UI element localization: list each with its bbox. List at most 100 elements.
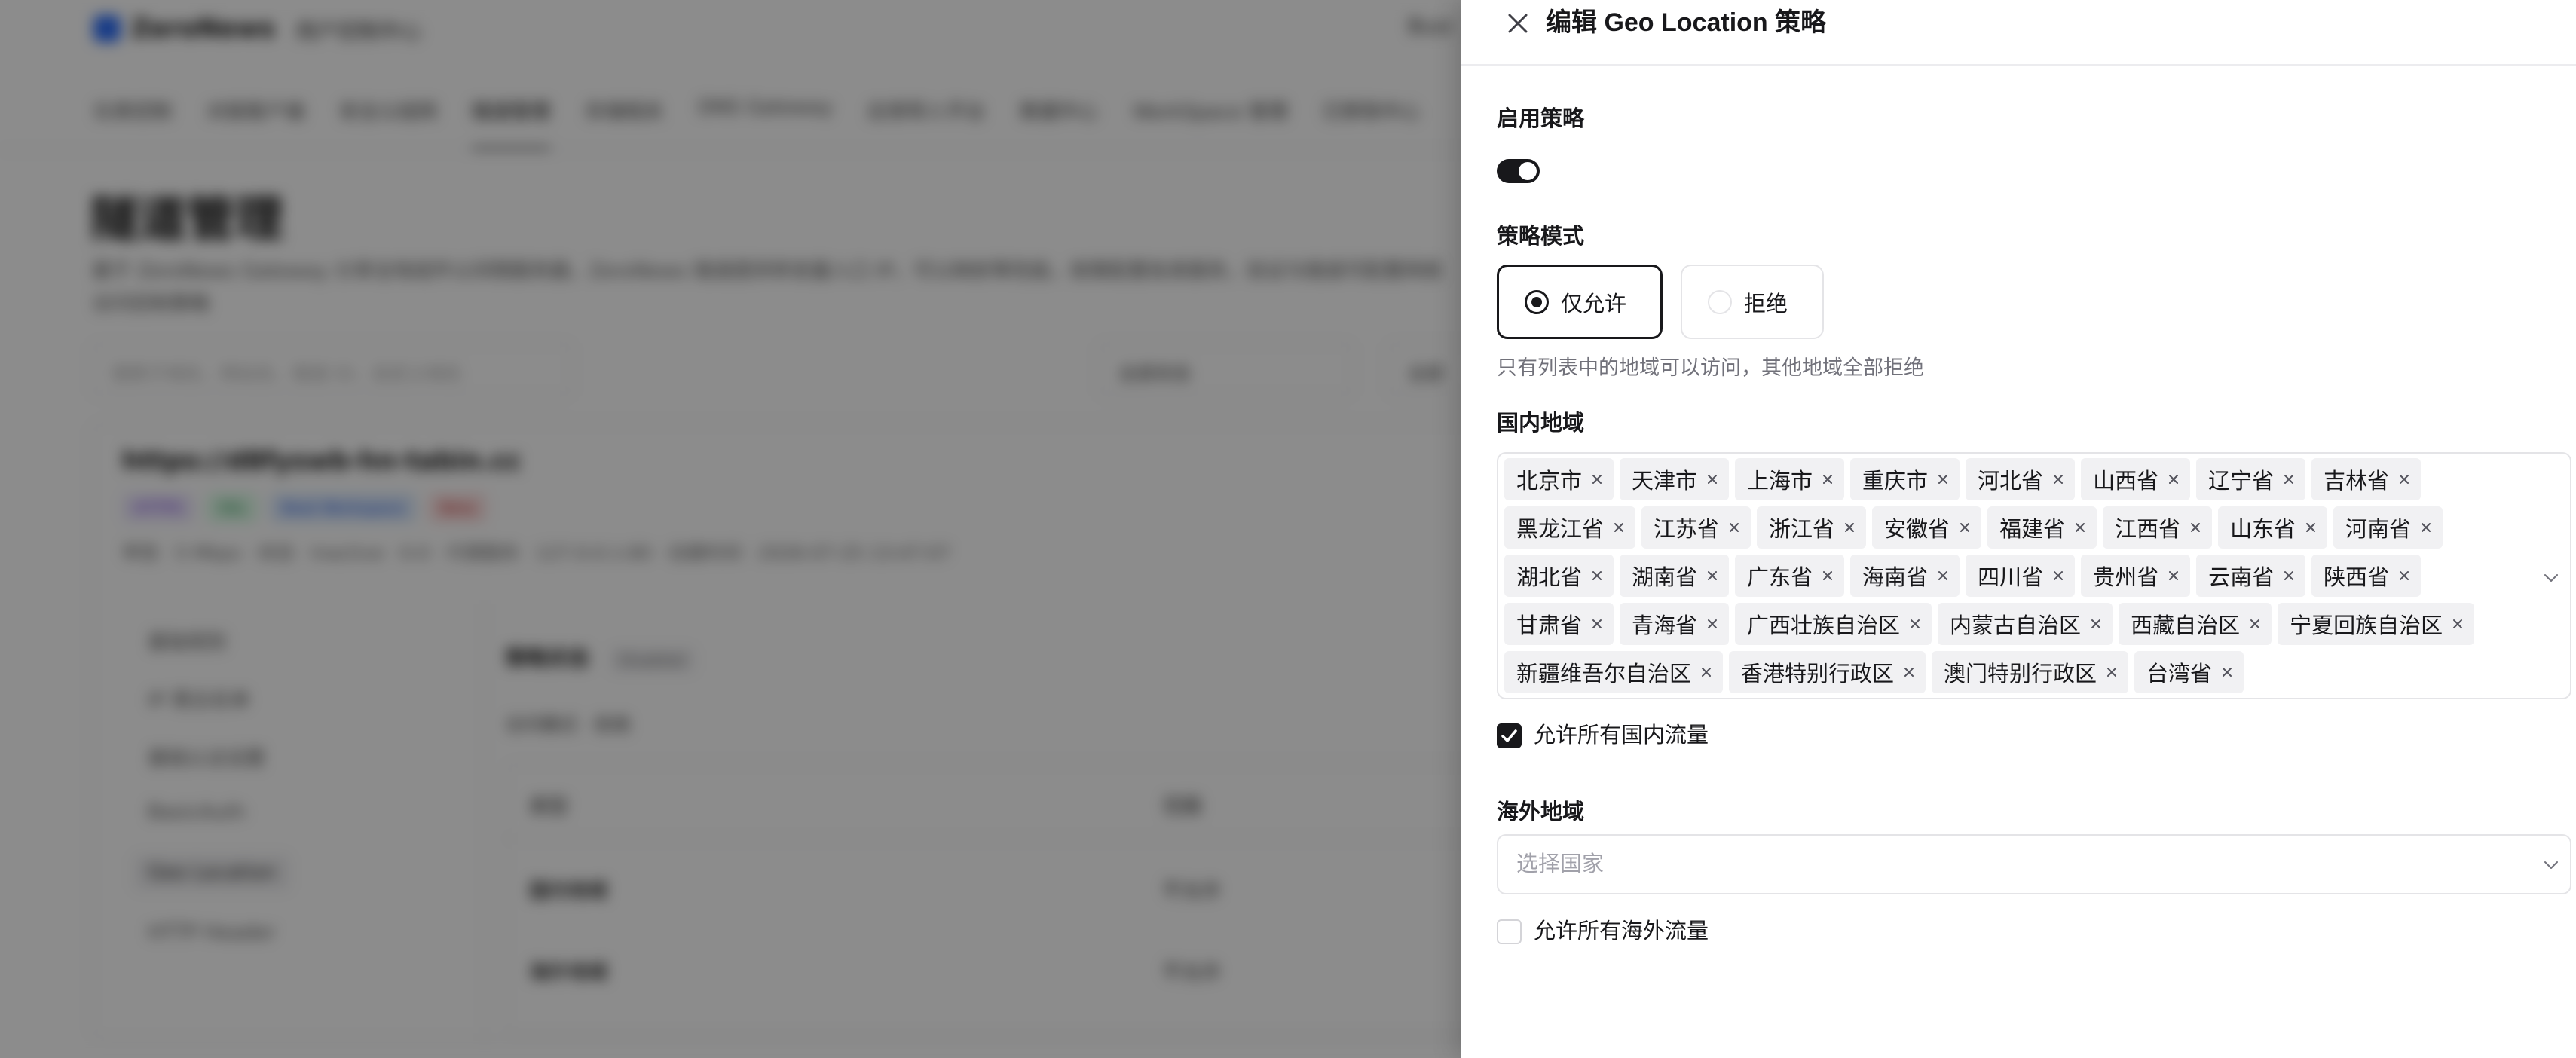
x-icon[interactable] [1820, 568, 1835, 583]
region-tag: 香港特别行政区 [1729, 651, 1926, 693]
x-icon[interactable] [1901, 665, 1917, 680]
x-icon[interactable] [2104, 665, 2119, 680]
drawer-title: 编辑 Geo Location 策略 [1546, 8, 1827, 37]
check-icon [1501, 729, 1517, 742]
mode-deny-option[interactable]: 拒绝 [1681, 264, 1824, 339]
close-icon[interactable] [1503, 8, 1533, 38]
x-icon[interactable] [1727, 520, 1742, 535]
x-icon[interactable] [1705, 616, 1720, 631]
x-icon[interactable] [2051, 568, 2066, 583]
region-tag: 黑龙江省 [1504, 506, 1636, 549]
x-icon[interactable] [2166, 568, 2181, 583]
country-select[interactable]: 选择国家 [1497, 834, 2571, 894]
region-tag: 青海省 [1620, 603, 1730, 645]
region-tag: 河北省 [1966, 458, 2076, 500]
policy-mode-label: 策略模式 [1497, 225, 1585, 249]
region-tag-label: 海南省 [1862, 566, 1929, 590]
region-tag-label: 湖北省 [1516, 566, 1583, 590]
region-tag-label: 广西壮族自治区 [1747, 614, 1901, 638]
x-icon[interactable] [2188, 520, 2203, 535]
x-icon[interactable] [2247, 616, 2262, 631]
region-tag: 澳门特别行政区 [1932, 651, 2129, 693]
x-icon[interactable] [1589, 616, 1605, 631]
region-tag: 湖北省 [1504, 555, 1614, 597]
x-icon[interactable] [2397, 568, 2412, 583]
x-icon[interactable] [2220, 665, 2235, 680]
x-icon[interactable] [1611, 520, 1626, 535]
mode-allow-only-option[interactable]: 仅允许 [1497, 264, 1663, 339]
region-tag: 北京市 [1504, 458, 1614, 500]
toggle-knob [1519, 162, 1537, 180]
x-icon[interactable] [1589, 472, 1605, 487]
region-tag: 内蒙古自治区 [1938, 603, 2113, 645]
region-tag: 江苏省 [1641, 506, 1751, 549]
x-icon[interactable] [2450, 616, 2465, 631]
region-tag-label: 江苏省 [1654, 518, 1720, 542]
region-tag-label: 山东省 [2230, 518, 2296, 542]
domestic-regions-select[interactable]: 北京市 天津市 上海市 重庆市 河北省 山西省 辽宁省 吉林省 黑龙江省 江苏省 浙江省 安徽省 福建省… [1497, 452, 2571, 699]
x-icon[interactable] [1842, 520, 1857, 535]
x-icon[interactable] [2088, 616, 2103, 631]
region-tag-label: 澳门特别行政区 [1944, 662, 2097, 686]
x-icon[interactable] [1705, 472, 1720, 487]
x-icon[interactable] [2418, 520, 2434, 535]
drawer-header: 编辑 Geo Location 策略 [1461, 0, 2576, 66]
allow-overseas-label[interactable]: 允许所有海外流量 [1534, 918, 1709, 945]
enable-policy-toggle[interactable] [1497, 159, 1540, 183]
region-tag-label: 江西省 [2115, 518, 2181, 542]
x-icon[interactable] [1699, 665, 1714, 680]
region-tag-label: 黑龙江省 [1516, 518, 1605, 542]
region-tag: 贵州省 [2081, 555, 2191, 597]
region-tag-label: 天津市 [1632, 469, 1698, 494]
region-tag-label: 山西省 [2093, 469, 2159, 494]
region-tag-label: 河北省 [1978, 469, 2044, 494]
chevron-down-icon[interactable] [2541, 568, 2561, 588]
region-tag: 云南省 [2196, 555, 2306, 597]
x-icon[interactable] [2051, 472, 2066, 487]
region-tag-label: 香港特别行政区 [1741, 662, 1895, 686]
region-tag: 重庆市 [1850, 458, 1960, 500]
region-tag-label: 台湾省 [2146, 662, 2213, 686]
region-tag: 海南省 [1850, 555, 1960, 597]
region-tag-label: 北京市 [1516, 469, 1583, 494]
x-icon[interactable] [2303, 520, 2318, 535]
region-tag-label: 福建省 [1999, 518, 2066, 542]
x-icon[interactable] [1820, 472, 1835, 487]
region-tag: 山东省 [2218, 506, 2328, 549]
x-icon[interactable] [2397, 472, 2412, 487]
x-icon[interactable] [2073, 520, 2088, 535]
region-tag: 广西壮族自治区 [1735, 603, 1932, 645]
region-tag-label: 广东省 [1747, 566, 1813, 590]
region-tag: 上海市 [1735, 458, 1845, 500]
region-tag: 陕西省 [2311, 555, 2422, 597]
region-tag: 新疆维吾尔自治区 [1504, 651, 1724, 693]
region-tag-label: 河南省 [2345, 518, 2412, 542]
x-icon[interactable] [2166, 472, 2181, 487]
x-icon[interactable] [2281, 472, 2296, 487]
region-tag: 山西省 [2081, 458, 2191, 500]
mode-deny-label: 拒绝 [1744, 292, 1788, 316]
enable-policy-label: 启用策略 [1497, 107, 1585, 131]
region-tag-label: 湖南省 [1632, 566, 1698, 590]
region-tag: 宁夏回族自治区 [2278, 603, 2475, 645]
x-icon[interactable] [1935, 568, 1950, 583]
region-tag: 四川省 [1966, 555, 2076, 597]
allow-domestic-label[interactable]: 允许所有国内流量 [1534, 722, 1709, 749]
x-icon[interactable] [1705, 568, 1720, 583]
region-tag: 西藏自治区 [2119, 603, 2272, 645]
domestic-regions-label: 国内地域 [1497, 411, 1585, 436]
x-icon[interactable] [1957, 520, 1972, 535]
region-tag: 安徽省 [1872, 506, 1982, 549]
allow-overseas-checkbox[interactable] [1497, 919, 1522, 944]
region-tag-list: 北京市 天津市 上海市 重庆市 河北省 山西省 辽宁省 吉林省 黑龙江省 江苏省 浙江省 安徽省 福建省… [1504, 458, 2507, 699]
region-tag-label: 内蒙古自治区 [1950, 614, 2082, 638]
x-icon[interactable] [2281, 568, 2296, 583]
mode-allow-only-label: 仅允许 [1561, 292, 1627, 316]
region-tag-label: 宁夏回族自治区 [2290, 614, 2443, 638]
region-tag-label: 吉林省 [2324, 469, 2390, 494]
x-icon[interactable] [1589, 568, 1605, 583]
allow-domestic-checkbox[interactable] [1497, 723, 1522, 748]
region-tag: 湖南省 [1620, 555, 1730, 597]
x-icon[interactable] [1908, 616, 1923, 631]
x-icon[interactable] [1935, 472, 1950, 487]
